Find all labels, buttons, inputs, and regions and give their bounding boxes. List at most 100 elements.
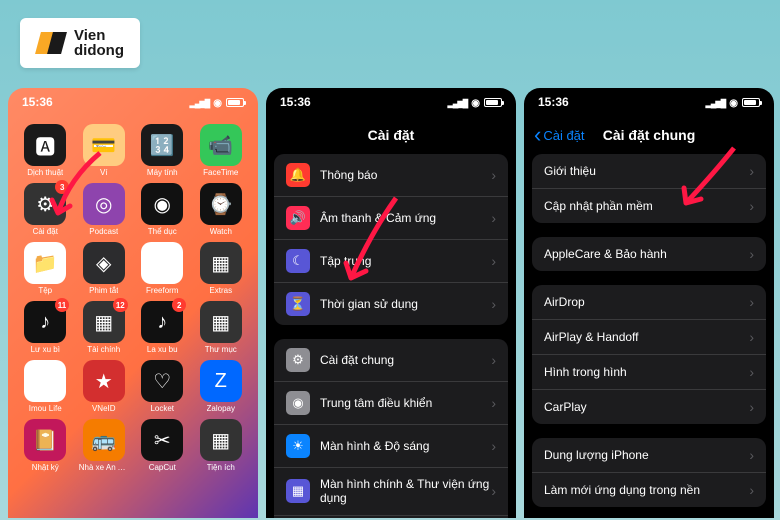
app-label: FaceTime: [203, 168, 238, 177]
status-bar: 15:36: [266, 88, 516, 116]
settings-row-l-m-m-i-ng-d-ng-trong-n-n[interactable]: Làm mới ứng dụng trong nền: [532, 473, 766, 507]
battery-icon: [226, 98, 244, 107]
app-podcast[interactable]: ◎Podcast: [77, 183, 132, 236]
app-extras[interactable]: ▦Extras: [194, 242, 249, 295]
settings-row-airplay-handoff[interactable]: AirPlay & Handoff: [532, 320, 766, 355]
back-button[interactable]: Cài đặt: [534, 124, 585, 146]
app-cài-đặt[interactable]: ⚙3Cài đặt: [18, 183, 73, 236]
settings-row-m-n-h-nh-s-ng[interactable]: ☀Màn hình & Độ sáng: [274, 425, 508, 468]
app-label: Nhật ký: [32, 463, 59, 472]
battery-icon: [742, 98, 760, 107]
app-phim-tắt[interactable]: ◈Phim tắt: [77, 242, 132, 295]
settings-row-applecare-b-o-h-nh[interactable]: AppleCare & Bảo hành: [532, 237, 766, 271]
app-tài-chính[interactable]: ▦12Tài chính: [77, 301, 132, 354]
row-label: Âm thanh & Cảm ứng: [320, 211, 491, 225]
settings-row-c-p-nh-t-ph-n-m-m[interactable]: Cập nhật phần mềm: [532, 189, 766, 223]
app-thể-dục[interactable]: ◉Thể dục: [135, 183, 190, 236]
notification-badge: 2: [172, 298, 186, 312]
chevron-right-icon: [749, 246, 754, 262]
row-label: Dung lượng iPhone: [544, 448, 749, 462]
settings-row-h-nh-trong-h-nh[interactable]: Hình trong hình: [532, 355, 766, 390]
settings-row-m-n-h-nh-ch-nh-th-vi-n-ng-d-ng[interactable]: ▦Màn hình chính & Thư viện ứng dụng: [274, 468, 508, 516]
app-label: Cài đặt: [33, 227, 58, 236]
app-thư-mục[interactable]: ▦Thư mục: [194, 301, 249, 354]
settings-row-c-i-t-chung[interactable]: ⚙Cài đặt chung: [274, 339, 508, 382]
app-imou-life[interactable]: ● Imou Life: [18, 360, 73, 413]
app-label: Tiện ích: [207, 463, 235, 472]
settings-row-carplay[interactable]: CarPlay: [532, 390, 766, 424]
app-nhà-xe-an-anh[interactable]: 🚌Nhà xe An Anh: [77, 419, 132, 472]
settings-group: Giới thiệu Cập nhật phần mềm: [532, 154, 766, 223]
app-label: Zalopay: [207, 404, 235, 413]
app-la-xu-bu[interactable]: ♪2La xu bu: [135, 301, 190, 354]
row-label: Cài đặt chung: [320, 353, 491, 367]
settings-group: ⚙Cài đặt chung ◉ Trung tâm điều khiển ☀Màn …: [274, 339, 508, 518]
settings-row-dung-l-ng-iphone[interactable]: Dung lượng iPhone: [532, 438, 766, 473]
status-time: 15:36: [22, 95, 53, 109]
app-zalopay[interactable]: Z Zalopay: [194, 360, 249, 413]
row-label: Hình trong hình: [544, 365, 749, 379]
row-label: Cập nhật phần mềm: [544, 199, 749, 213]
settings-row-gi-i-thi-u[interactable]: Giới thiệu: [532, 154, 766, 189]
chevron-right-icon: [491, 352, 496, 368]
row-icon: 🔊: [286, 206, 310, 230]
app-label: Extras: [209, 286, 232, 295]
chevron-right-icon: [749, 163, 754, 179]
row-label: Giới thiệu: [544, 164, 749, 178]
app-dịch-thuật[interactable]: 🅰Dịch thuật: [18, 124, 73, 177]
chevron-right-icon: [491, 438, 496, 454]
settings-row-trung-t-m-i-u-khi-n[interactable]: ◉ Trung tâm điều khiển: [274, 382, 508, 425]
app-nhật-ký[interactable]: 📔 Nhật ký: [18, 419, 73, 472]
status-time: 15:36: [538, 95, 569, 109]
app-ví[interactable]: 💳Ví: [77, 124, 132, 177]
row-icon: ⏳: [286, 292, 310, 316]
app-tiện-ích[interactable]: ▦Tiện ích: [194, 419, 249, 472]
app-icon: ✂: [141, 419, 183, 461]
nav-header: Cài đặt: [266, 116, 516, 154]
app-capcut[interactable]: ✂CapCut: [135, 419, 190, 472]
app-icon: ●: [24, 360, 66, 402]
app-locket[interactable]: ♡Locket: [135, 360, 190, 413]
row-label: Màn hình chính & Thư viện ứng dụng: [320, 477, 491, 506]
app-icon: Z: [200, 360, 242, 402]
chevron-right-icon: [749, 399, 754, 415]
app-freeform[interactable]: ✎Freeform: [135, 242, 190, 295]
app-tệp[interactable]: 📁Tệp: [18, 242, 73, 295]
settings-list: 🔔Thông báo🔊Âm thanh & Cảm ứng☾Tập trung⏳…: [266, 154, 516, 518]
app-watch[interactable]: ⌚Watch: [194, 183, 249, 236]
app-icon: 🅰: [24, 124, 66, 166]
app-label: Freeform: [146, 286, 178, 295]
chevron-right-icon: [749, 447, 754, 463]
notification-badge: 3: [55, 180, 69, 194]
app-label: Imou Life: [29, 404, 62, 413]
app-icon: 📔: [24, 419, 66, 461]
app-vneid[interactable]: ★VNeID: [77, 360, 132, 413]
app-icon: ♪11: [24, 301, 66, 343]
app-facetime[interactable]: 📹FaceTime: [194, 124, 249, 177]
row-icon: ◉: [286, 391, 310, 415]
row-label: Làm mới ứng dụng trong nền: [544, 483, 749, 497]
app-grid: 🅰Dịch thuật💳Ví🔢Máy tính📹FaceTime⚙3Cài đặ…: [8, 116, 258, 480]
settings-group: 🔔Thông báo🔊Âm thanh & Cảm ứng☾Tập trung⏳…: [274, 154, 508, 325]
settings-row-tr-n-ng[interactable]: ♿Trợ năng: [274, 516, 508, 518]
app-icon: ◎: [83, 183, 125, 225]
settings-row-th-i-gian-s-d-ng[interactable]: ⏳Thời gian sử dụng: [274, 283, 508, 325]
app-label: Ví: [100, 168, 108, 177]
settings-row-th-ng-b-o[interactable]: 🔔 Thông báo: [274, 154, 508, 197]
nav-header: Cài đặt Cài đặt chung: [524, 116, 774, 154]
settings-row-t-p-trung[interactable]: ☾Tập trung: [274, 240, 508, 283]
row-label: Thông báo: [320, 168, 491, 182]
app-máy-tính[interactable]: 🔢Máy tính: [135, 124, 190, 177]
chevron-right-icon: [491, 210, 496, 226]
app-label: Phim tắt: [89, 286, 118, 295]
app-lư-xu-bì[interactable]: ♪11Lư xu bì: [18, 301, 73, 354]
chevron-right-icon: [749, 329, 754, 345]
row-label: Tập trung: [320, 254, 491, 268]
settings-row-airdrop[interactable]: AirDrop: [532, 285, 766, 320]
row-icon: 🔔: [286, 163, 310, 187]
signal-icon: [706, 95, 726, 109]
settings-row--m-thanh-c-m-ng[interactable]: 🔊 Âm thanh & Cảm ứng: [274, 197, 508, 240]
wifi-icon: [213, 95, 222, 109]
row-label: AirDrop: [544, 295, 749, 309]
row-label: Trung tâm điều khiển: [320, 396, 491, 410]
